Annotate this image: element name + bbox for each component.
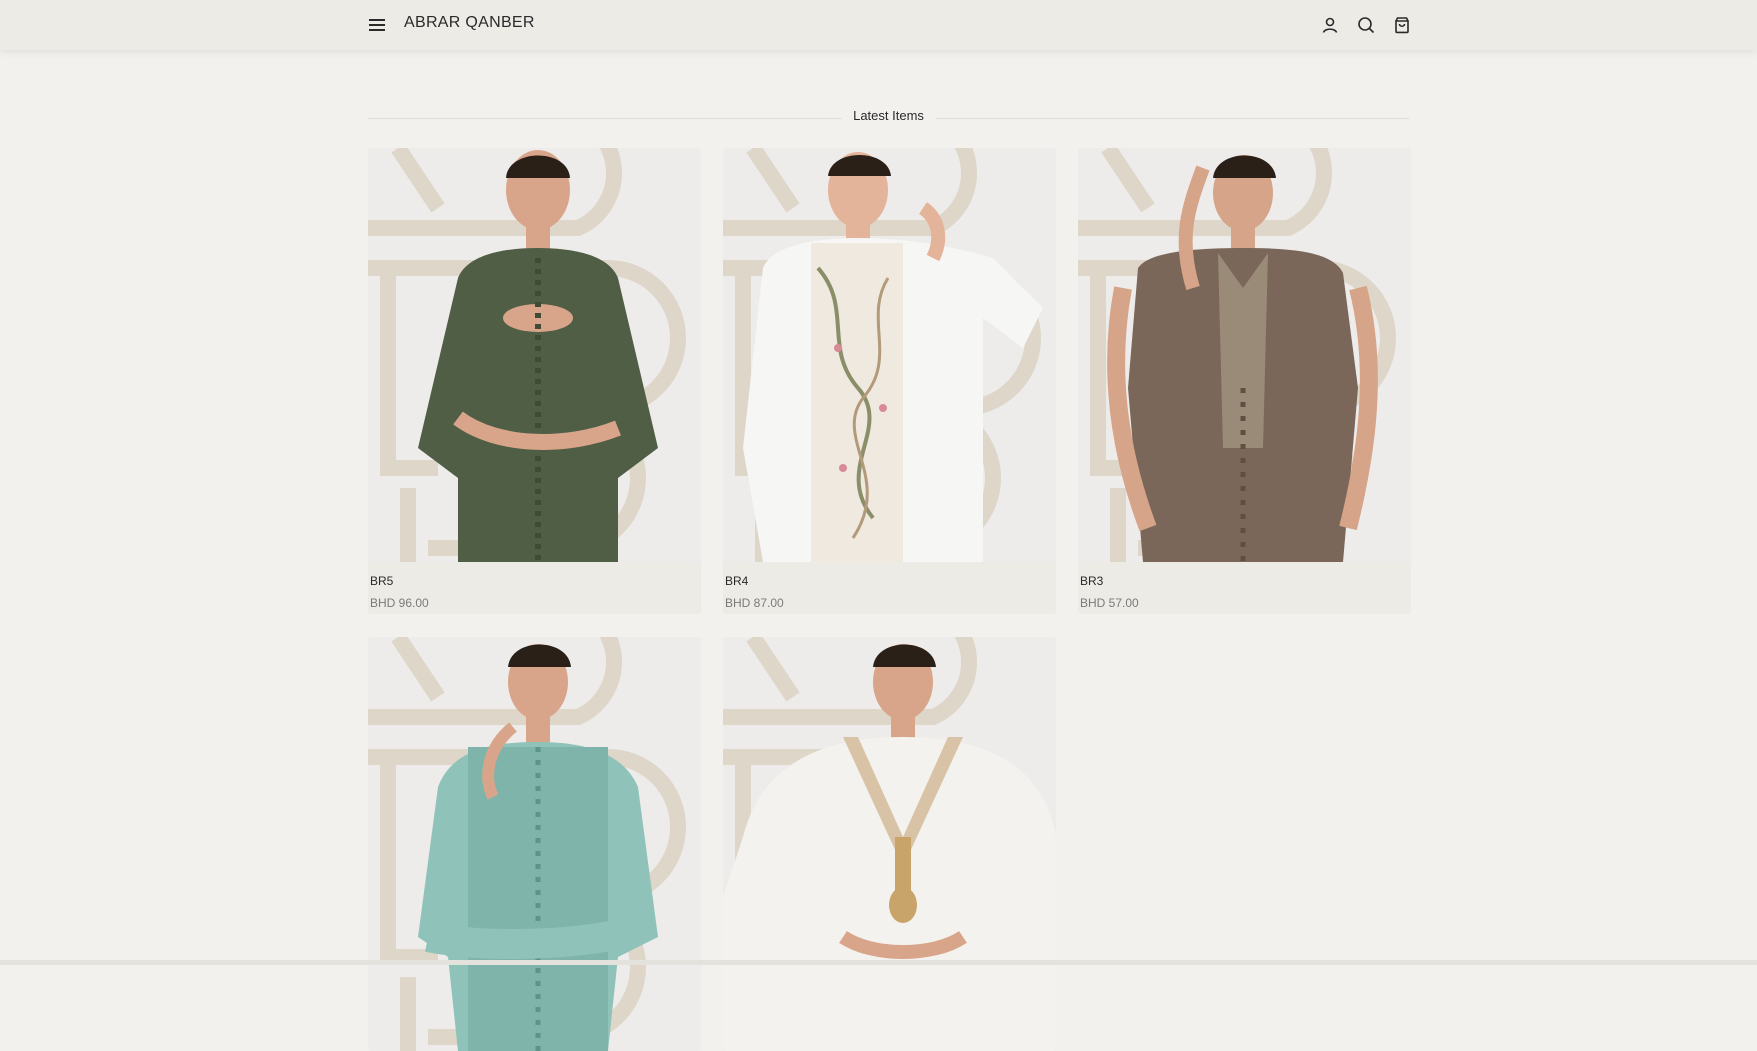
product-name[interactable]: BR3 — [1080, 574, 1409, 588]
product-meta: BR4 BHD 87.00 — [723, 562, 1056, 614]
product-name[interactable]: BR5 — [370, 574, 699, 588]
product-price: BHD 57.00 — [1080, 596, 1139, 610]
account-icon[interactable] — [1318, 13, 1342, 37]
product-meta: BR3 BHD 57.00 — [1078, 562, 1411, 614]
site-header: ABRAR QANBER — [0, 0, 1757, 50]
section-title: Latest Items — [841, 108, 936, 123]
product-name[interactable]: BR4 — [725, 574, 1054, 588]
product-image[interactable] — [723, 148, 1056, 562]
product-image[interactable] — [368, 148, 701, 562]
section-header: Latest Items — [368, 108, 1409, 128]
search-icon[interactable] — [1354, 13, 1378, 37]
product-price: BHD 96.00 — [370, 596, 429, 610]
page-bottom-edge — [0, 960, 1757, 965]
product-card[interactable]: BR4 BHD 87.00 — [723, 148, 1056, 614]
product-image[interactable] — [723, 637, 1056, 1051]
product-image[interactable] — [1078, 148, 1411, 562]
product-price: BHD 87.00 — [725, 596, 784, 610]
brand-logo[interactable]: ABRAR QANBER — [404, 14, 535, 32]
product-card[interactable] — [723, 637, 1056, 1051]
cart-icon[interactable] — [1390, 13, 1414, 37]
product-image[interactable] — [368, 637, 701, 1051]
product-card[interactable]: BR5 BHD 96.00 — [368, 148, 701, 614]
menu-icon[interactable] — [366, 14, 388, 36]
product-card[interactable]: BR3 BHD 57.00 — [1078, 148, 1411, 614]
product-card[interactable] — [368, 637, 701, 1051]
product-meta: BR5 BHD 96.00 — [368, 562, 701, 614]
